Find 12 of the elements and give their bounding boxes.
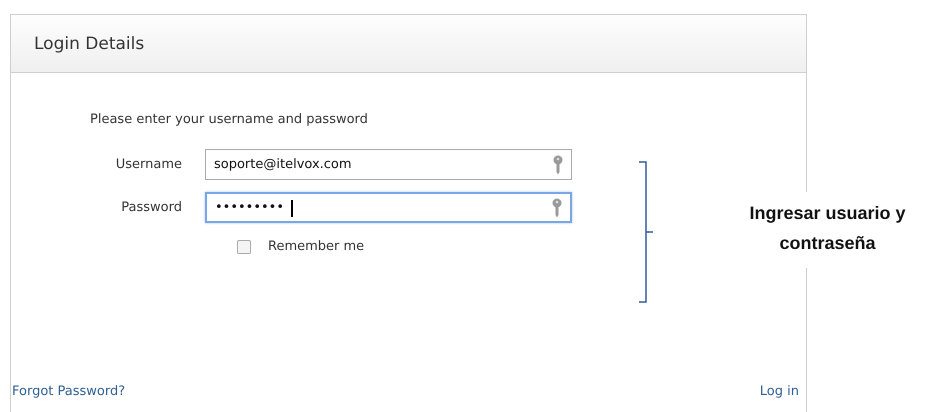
remember-label: Remember me (268, 239, 364, 254)
username-field[interactable]: soporte@itelvox.com (205, 149, 572, 180)
remember-checkbox[interactable] (237, 240, 251, 254)
key-icon (553, 154, 563, 174)
field-label: Password (120, 200, 183, 215)
field-label: Username (114, 157, 183, 172)
key-icon (552, 198, 562, 218)
login-link[interactable]: Log in (760, 384, 799, 399)
password-field[interactable]: ••••••••• (205, 192, 572, 223)
forgot-password-link[interactable]: Forgot Password? (12, 384, 126, 399)
panel-title: Login Details (34, 34, 144, 54)
instruction-text: Please enter your username and password (90, 112, 369, 127)
